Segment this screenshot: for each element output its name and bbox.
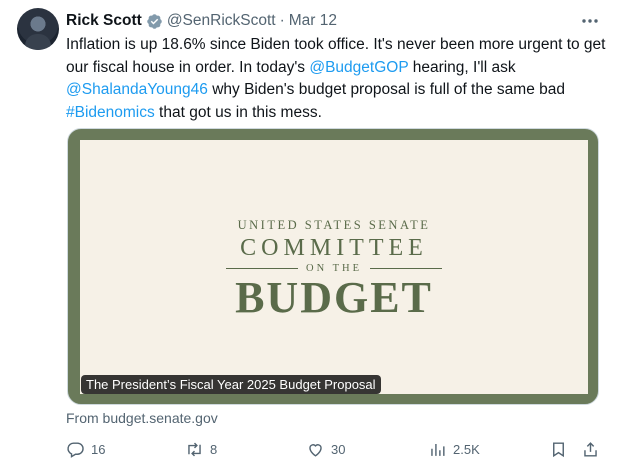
committee-seal: UNITED STATES SENATE COMMITTEE ON THE BU… <box>80 218 588 320</box>
mention-shalandayoung[interactable]: @ShalandaYoung46 <box>66 81 208 98</box>
tweet-header: Rick Scott @SenRickScott · Mar 12 <box>66 11 337 31</box>
reply-count: 16 <box>91 442 106 457</box>
author-handle[interactable]: @SenRickScott <box>167 12 276 30</box>
share-button[interactable] <box>581 440 600 459</box>
hashtag-bidenomics[interactable]: #Bidenomics <box>66 104 155 121</box>
bookmark-button[interactable] <box>549 440 568 459</box>
tweet-text-part: that got us in this mess. <box>154 103 322 121</box>
action-bar: 16 8 30 2.5K <box>66 440 606 462</box>
repost-count: 8 <box>210 442 218 457</box>
bookmark-icon <box>553 442 564 458</box>
views-count: 2.5K <box>453 442 480 457</box>
tweet-text-part: hearing, I'll ask <box>408 58 516 76</box>
reply-button[interactable]: 16 <box>66 440 105 459</box>
link-card[interactable]: UNITED STATES SENATE COMMITTEE ON THE BU… <box>67 128 599 405</box>
card-caption: The President’s Fiscal Year 2025 Budget … <box>81 375 381 394</box>
tweet-date[interactable]: Mar 12 <box>289 12 337 30</box>
more-options-icon[interactable] <box>580 11 600 31</box>
verified-badge-icon <box>147 13 162 29</box>
seal-line-committee: COMMITTEE <box>240 235 428 261</box>
seal-rule-right <box>370 268 442 269</box>
tweet-text-part: why Biden's budget proposal is full of t… <box>207 81 565 98</box>
repost-icon <box>188 442 201 457</box>
author-name[interactable]: Rick Scott <box>66 12 142 30</box>
seal-line-budget: BUDGET <box>235 273 433 322</box>
share-icon <box>584 442 597 457</box>
views-button[interactable]: 2.5K <box>428 440 480 459</box>
avatar[interactable] <box>17 8 59 50</box>
views-chart-icon <box>431 443 445 456</box>
heart-icon <box>309 444 322 457</box>
like-button[interactable]: 30 <box>306 440 345 459</box>
reply-icon <box>67 442 84 458</box>
like-count: 30 <box>331 442 346 457</box>
repost-button[interactable]: 8 <box>185 440 217 459</box>
card-source[interactable]: From budget.senate.gov <box>66 410 218 426</box>
tweet-text: Inflation is up 18.6% since Biden took o… <box>66 34 606 124</box>
mention-budgetgop[interactable]: @BudgetGOP <box>309 59 408 76</box>
seal-line-senate: UNITED STATES SENATE <box>237 218 431 232</box>
separator-dot: · <box>279 12 285 29</box>
seal-rule-left <box>225 268 298 269</box>
card-image: UNITED STATES SENATE COMMITTEE ON THE BU… <box>80 140 588 394</box>
